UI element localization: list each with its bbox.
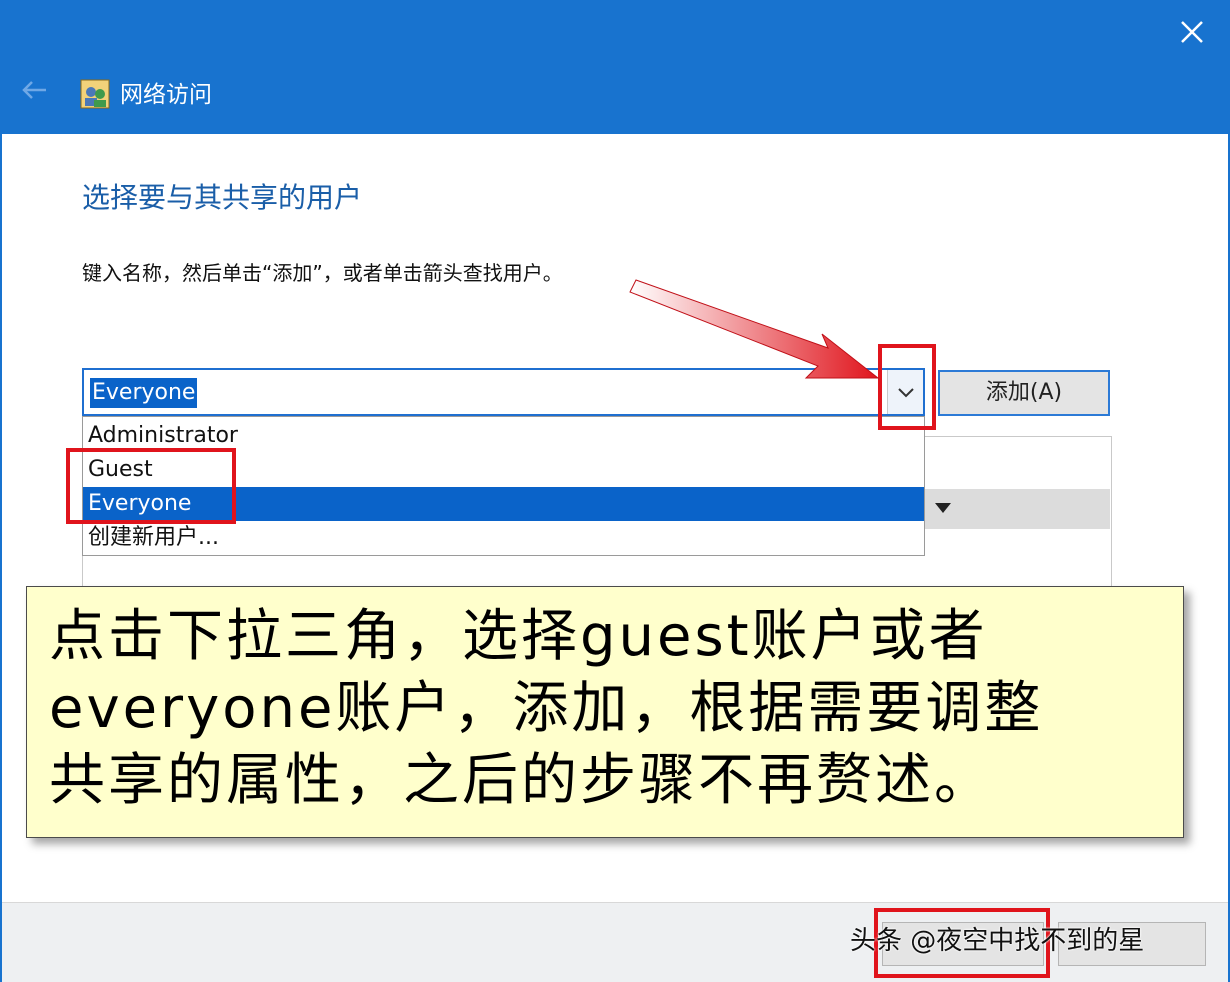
highlight-guest-everyone [66, 448, 236, 524]
annotation-text: 点击下拉三角，选择guest账户或者 everyone账户，添加，根据需要调整 … [49, 601, 1169, 817]
back-arrow-icon[interactable] [16, 72, 52, 108]
network-users-icon [80, 78, 110, 110]
annotation-line-1: 点击下拉三角，选择guest账户或者 [49, 604, 988, 669]
annotation-line-2: everyone账户，添加，根据需要调整 [49, 676, 1044, 741]
close-button[interactable] [1172, 12, 1212, 52]
annotation-callout: 点击下拉三角，选择guest账户或者 everyone账户，添加，根据需要调整 … [26, 586, 1184, 838]
dropdown-option-create-user[interactable]: 创建新用户... [83, 521, 924, 555]
user-combobox[interactable]: Everyone [82, 368, 925, 416]
instruction-text: 键入名称，然后单击“添加”，或者单击箭头查找用户。 [82, 261, 563, 285]
window-title: 网络访问 [120, 82, 212, 108]
caret-down-icon[interactable] [934, 502, 952, 514]
add-button[interactable]: 添加(A) [938, 370, 1110, 416]
watermark: 头条 @夜空中找不到的星 [850, 926, 1145, 956]
close-icon[interactable] [1172, 12, 1212, 52]
page-heading: 选择要与其共享的用户 [82, 181, 363, 214]
title-bar: 网络访问 [2, 2, 1228, 134]
annotation-line-3: 共享的属性，之后的步骤不再赘述。 [49, 748, 993, 813]
back-button[interactable] [16, 72, 52, 108]
user-combobox-value[interactable]: Everyone [90, 378, 198, 408]
highlight-dropdown-arrow [878, 344, 936, 430]
